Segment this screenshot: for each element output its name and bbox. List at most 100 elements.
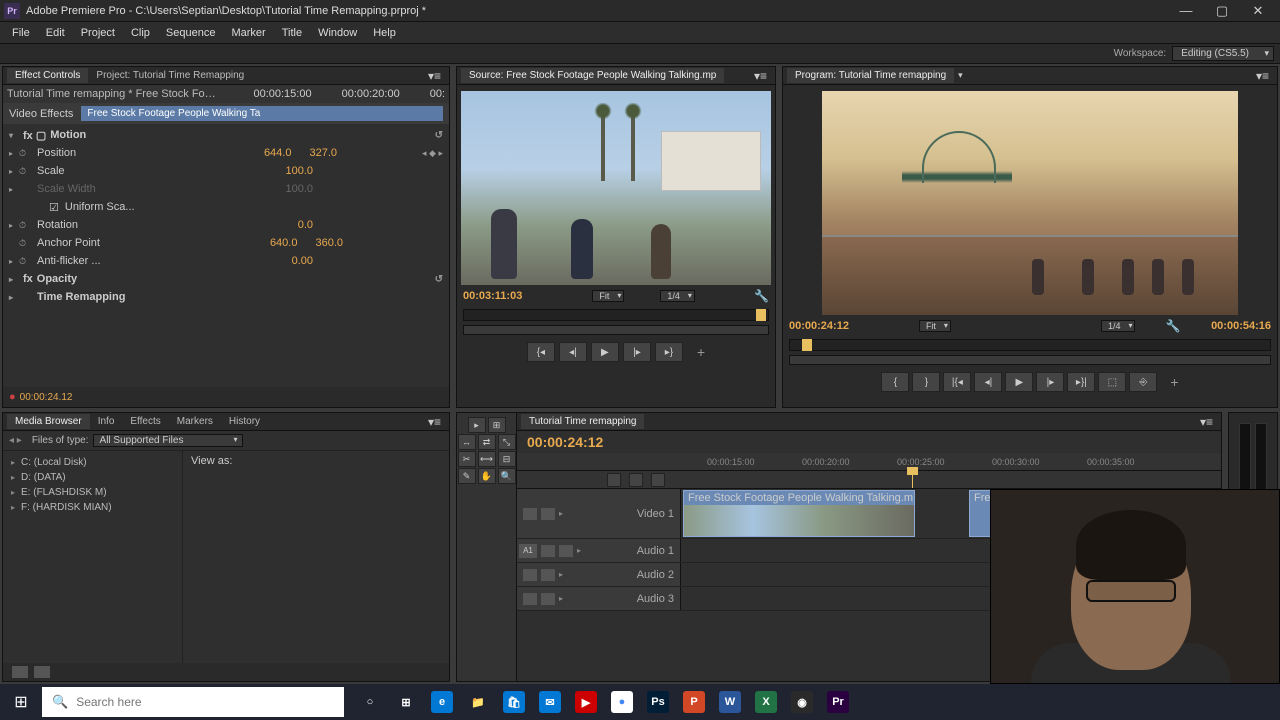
menu-edit[interactable]: Edit [38,25,73,41]
taskbar-word[interactable]: W [712,684,748,720]
workspace-dropdown[interactable]: Editing (CS5.5) [1172,46,1274,61]
tab-effect-controls[interactable]: Effect Controls [7,68,88,83]
tab-media-browser[interactable]: Media Browser [7,414,90,429]
menu-project[interactable]: Project [73,25,123,41]
position-y[interactable]: 327.0 [309,147,337,159]
snap-icon[interactable] [607,473,621,487]
anchor-y[interactable]: 360.0 [315,237,343,249]
minimize-button[interactable]: — [1168,1,1204,21]
mark-in-button[interactable]: { [881,372,909,392]
mark-out-button[interactable]: ▸} [655,342,683,362]
opacity-group[interactable]: Opacity [37,273,77,285]
tab-sequence[interactable]: Tutorial Time remapping [521,414,644,429]
eye-icon[interactable] [523,508,537,520]
taskbar-excel[interactable]: X [748,684,784,720]
ripple-tool[interactable]: ↔ [458,434,476,450]
fx-icon[interactable]: fx ▢ [23,129,46,142]
step-back-button[interactable]: ◂| [974,372,1002,392]
selection-tool[interactable]: ▸ [468,417,486,433]
list-view-icon[interactable] [12,666,28,678]
slide-tool[interactable]: ⊟ [498,451,516,467]
wrench-icon[interactable]: 🔧 [754,289,769,303]
tab-effects[interactable]: Effects [122,414,168,429]
search-input[interactable] [76,695,334,709]
taskbar-cortana[interactable]: ○ [352,684,388,720]
hand-tool[interactable]: ✋ [478,468,496,484]
play-button[interactable]: ▶ [1005,372,1033,392]
nav-back-icon[interactable]: ◂ ▸ [9,435,22,446]
timeline-clip-1[interactable]: Free Stock Footage People Walking Talkin… [683,490,915,537]
source-timecode[interactable]: 00:03:11:03 [463,290,522,302]
position-x[interactable]: 644.0 [264,147,292,159]
source-scrub-bar[interactable] [463,325,769,335]
go-in-button[interactable]: |{◂ [943,372,971,392]
rate-tool[interactable]: ⤡ [498,434,516,450]
stopwatch-icon[interactable]: ⏱ [19,220,33,231]
program-scrub-bar[interactable] [789,355,1271,365]
time-remapping-group[interactable]: Time Remapping [37,291,125,303]
drive-d[interactable]: D: (DATA) [3,470,182,485]
source-video-preview[interactable] [461,91,771,285]
taskbar-explorer[interactable]: 📁 [460,684,496,720]
rolling-tool[interactable]: ⇄ [478,434,496,450]
menu-title[interactable]: Title [274,25,310,41]
taskbar-search[interactable]: 🔍 [42,687,344,717]
source-fit-dropdown[interactable]: Fit [592,290,624,302]
lift-button[interactable]: ⬚ [1098,372,1126,392]
reset-icon[interactable]: ↺ [435,130,443,141]
menu-marker[interactable]: Marker [223,25,273,41]
taskbar-powerpoint[interactable]: P [676,684,712,720]
add-button-icon[interactable]: + [1170,374,1178,390]
program-fit-dropdown[interactable]: Fit [919,320,951,332]
selected-clip-name[interactable]: Free Stock Footage People Walking Ta [81,106,443,121]
mark-out-button[interactable]: } [912,372,940,392]
panel-menu-icon[interactable]: ▾≡ [750,69,771,83]
track-select-tool[interactable]: ⊞ [488,417,506,433]
razor-tool[interactable]: ✂ [458,451,476,467]
taskbar-mail[interactable]: ✉ [532,684,568,720]
slip-tool[interactable]: ⟷ [478,451,496,467]
tab-markers[interactable]: Markers [169,414,221,429]
tab-history[interactable]: History [221,414,268,429]
pen-tool[interactable]: ✎ [458,468,476,484]
scale-value[interactable]: 100.0 [285,165,313,177]
step-fwd-button[interactable]: |▸ [1036,372,1064,392]
extract-button[interactable]: ⎆ [1129,372,1157,392]
play-button[interactable]: ▶ [591,342,619,362]
reset-icon[interactable]: ↺ [435,274,443,285]
stopwatch-icon[interactable]: ⏱ [19,166,33,177]
program-in-out-bar[interactable] [789,339,1271,351]
audio-tag[interactable]: A1 [519,544,537,558]
source-in-out-bar[interactable] [463,309,769,321]
go-out-button[interactable]: ▸}| [1067,372,1095,392]
lock-icon[interactable] [541,508,555,520]
tab-project[interactable]: Project: Tutorial Time Remapping [88,68,252,83]
drive-f[interactable]: F: (HARDISK MIAN) [3,500,182,515]
drive-c[interactable]: C: (Local Disk) [3,455,182,470]
add-button-icon[interactable]: + [697,344,705,360]
program-timecode[interactable]: 00:00:24:12 [789,320,849,332]
menu-help[interactable]: Help [365,25,404,41]
taskbar-chrome[interactable]: ● [604,684,640,720]
thumb-view-icon[interactable] [34,666,50,678]
taskbar-store[interactable]: 🛍 [496,684,532,720]
menu-sequence[interactable]: Sequence [158,25,224,41]
zoom-tool[interactable]: 🔍 [498,468,516,484]
panel-menu-icon[interactable]: ▾≡ [1252,69,1273,83]
tab-info[interactable]: Info [90,414,123,429]
taskbar-photoshop[interactable]: Ps [640,684,676,720]
step-fwd-button[interactable]: |▸ [623,342,651,362]
menu-file[interactable]: File [4,25,38,41]
marker-icon[interactable] [629,473,643,487]
lock-icon[interactable] [559,545,573,557]
program-zoom-dropdown[interactable]: 1/4 [1101,320,1136,332]
playhead[interactable] [912,471,913,488]
antiflicker-value[interactable]: 0.00 [292,255,313,267]
step-back-button[interactable]: ◂| [559,342,587,362]
panel-menu-icon[interactable]: ▾≡ [1196,415,1217,429]
stopwatch-icon[interactable]: ⏱ [19,256,33,267]
panel-menu-icon[interactable]: ▾≡ [424,69,445,83]
start-button[interactable]: ⊞ [0,684,42,720]
panel-menu-icon[interactable]: ▾≡ [424,415,445,429]
taskbar-edge[interactable]: e [424,684,460,720]
